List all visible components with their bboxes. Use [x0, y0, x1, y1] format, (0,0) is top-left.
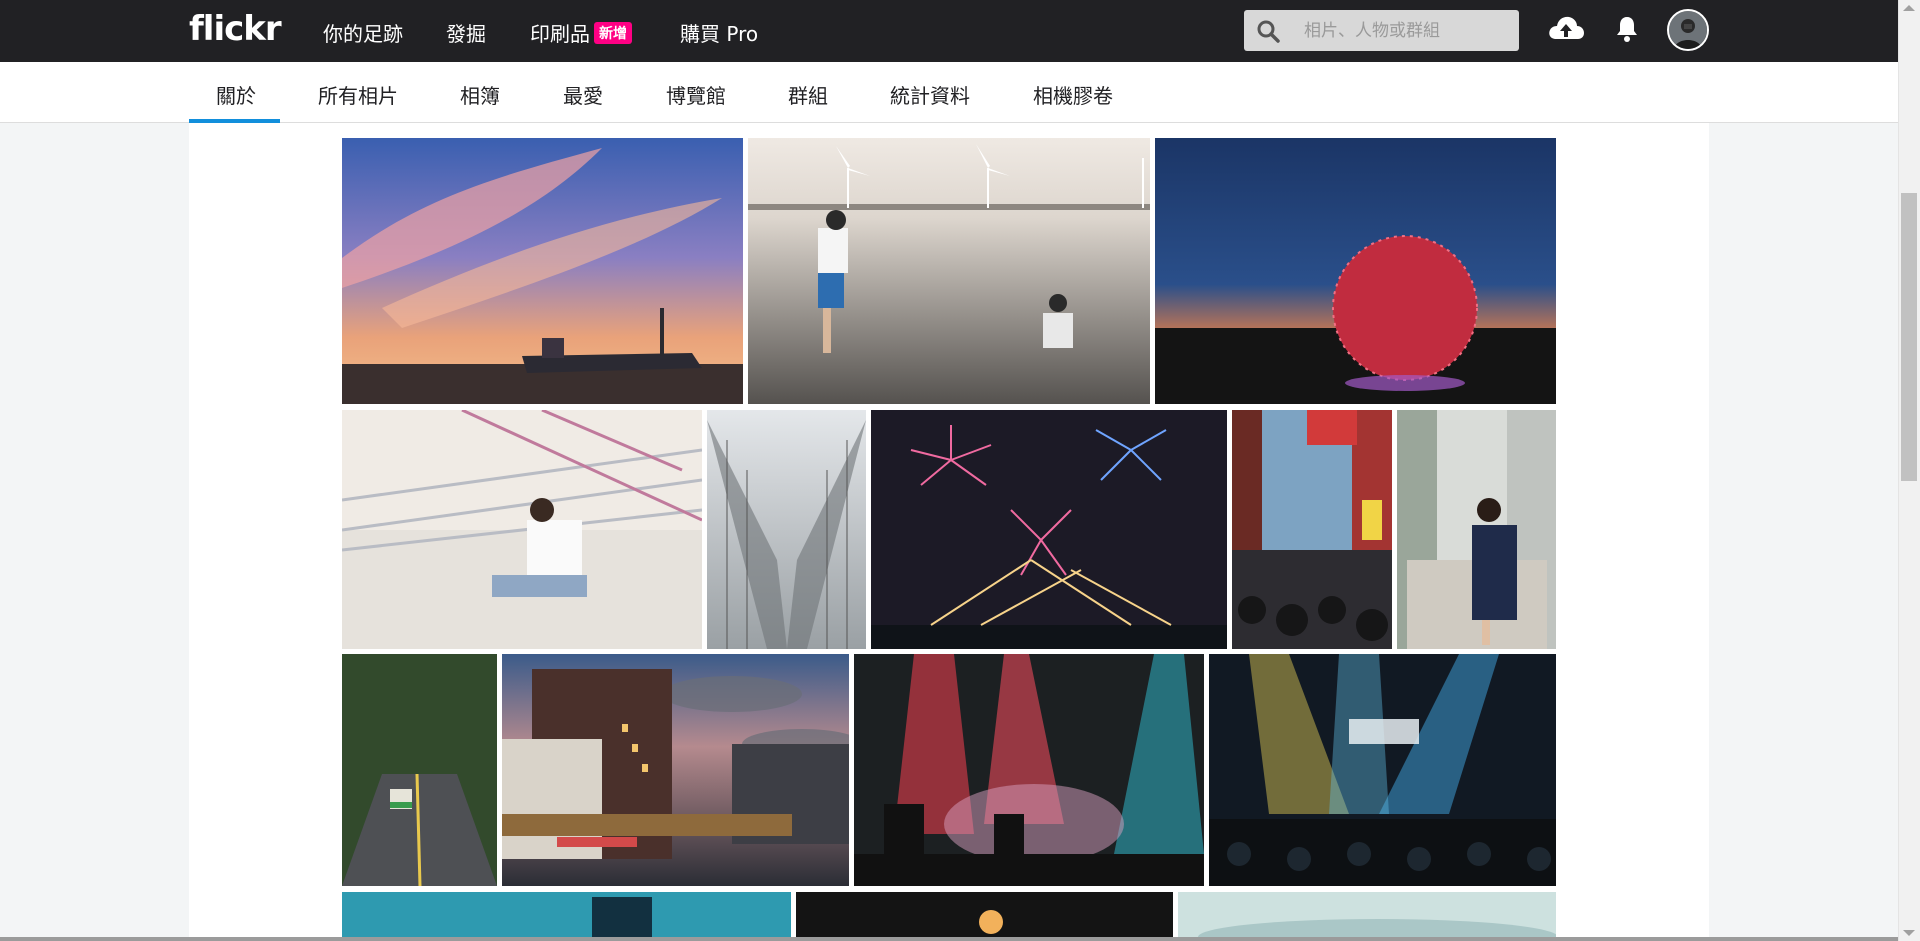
scroll-up-icon[interactable]	[1903, 5, 1915, 11]
tab-galleries[interactable]: 博覽館	[666, 80, 726, 109]
photo-night-market-street[interactable]	[1232, 410, 1392, 649]
tab-about[interactable]: 關於	[216, 80, 256, 109]
avatar[interactable]	[1667, 9, 1709, 51]
search-box[interactable]	[1244, 10, 1519, 51]
new-badge: 新增	[594, 22, 632, 44]
nav-explore[interactable]: 發掘	[446, 18, 486, 47]
photo-building-sunset[interactable]	[502, 654, 849, 886]
photo-woman-street-portrait[interactable]	[1397, 410, 1556, 649]
scrollbar-thumb[interactable]	[1901, 193, 1917, 481]
tab-camera-roll[interactable]: 相機膠卷	[1033, 80, 1113, 109]
tab-faves[interactable]: 最愛	[563, 80, 603, 109]
search-icon[interactable]	[1256, 19, 1280, 43]
nav-get-pro[interactable]: 購買 Pro	[680, 18, 758, 47]
photo-blue-concert-partial[interactable]	[342, 892, 791, 937]
photo-sunset-shipwreck[interactable]	[342, 138, 743, 404]
search-input[interactable]	[1304, 10, 1509, 51]
nav-you[interactable]: 你的足跡	[323, 18, 403, 47]
photo-red-sphere-dusk[interactable]	[1155, 138, 1556, 404]
photo-red-stage-concert[interactable]	[854, 654, 1204, 886]
photo-tree-tunnel-road[interactable]	[342, 654, 497, 886]
bell-icon[interactable]	[1615, 15, 1639, 43]
nav-prints[interactable]: 印刷品 新增	[530, 18, 632, 47]
tab-groups[interactable]: 群組	[788, 80, 828, 109]
tab-photostream[interactable]: 所有相片	[318, 80, 398, 109]
photo-misty-suspension-bridge[interactable]	[707, 410, 866, 649]
top-navigation-bar: flickr 你的足跡 發掘 印刷品 新增 購買 Pro	[0, 0, 1898, 62]
window-bottom-edge	[0, 937, 1898, 941]
flickr-logo[interactable]: flickr	[189, 9, 282, 49]
photo-fireworks[interactable]	[871, 410, 1227, 649]
photo-blue-stage-concert[interactable]	[1209, 654, 1556, 886]
photo-wind-turbines-tidal-flat[interactable]	[748, 138, 1150, 404]
tab-albums[interactable]: 相簿	[460, 80, 500, 109]
photo-sparkler-partial[interactable]	[796, 892, 1173, 937]
scroll-down-icon[interactable]	[1903, 930, 1915, 936]
photo-girl-on-bridge[interactable]	[342, 410, 702, 649]
tab-stats[interactable]: 統計資料	[890, 80, 970, 109]
profile-subnav: 關於 所有相片 相簿 最愛 博覽館 群組 統計資料 相機膠卷	[0, 62, 1898, 123]
photo-sky-partial[interactable]	[1178, 892, 1556, 937]
upload-cloud-icon[interactable]	[1547, 13, 1585, 43]
